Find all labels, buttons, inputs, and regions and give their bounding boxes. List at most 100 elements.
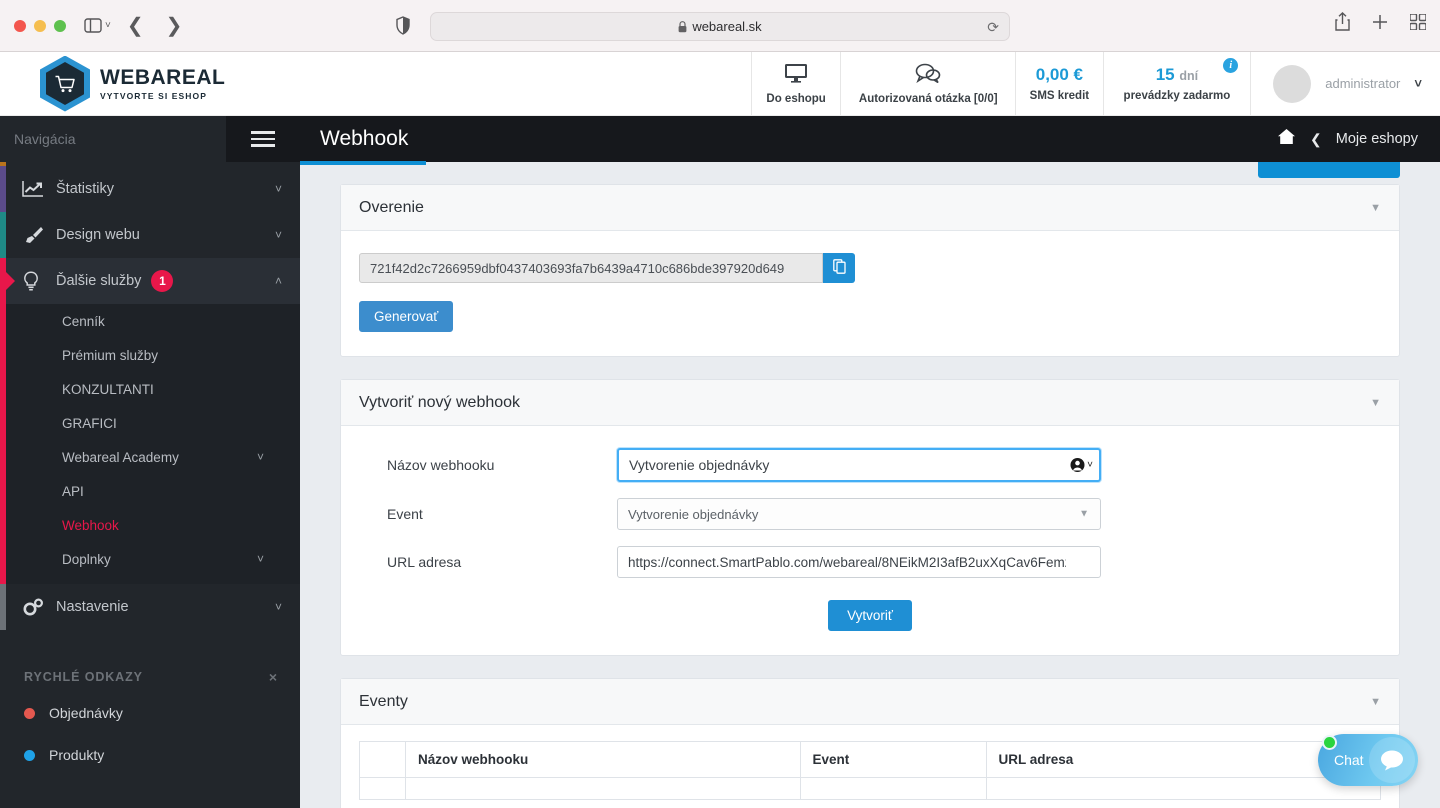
chevron-down-icon[interactable]: ˅ — [257, 552, 264, 566]
sidebar-item-nastavenie[interactable]: Nastavenie ˅ — [0, 584, 300, 630]
tab-overview-icon[interactable] — [1410, 13, 1426, 30]
verification-panel-header: Overenie ▼ — [341, 185, 1399, 231]
sidebar-item-dalsie-sluzby[interactable]: Ďalšie služby 1 ˄ — [0, 258, 300, 304]
address-bar[interactable]: webareal.sk ⟳ — [430, 12, 1010, 41]
sidebar-toggle-icon[interactable]: ˅ — [84, 18, 111, 33]
status-dot-icon — [24, 749, 35, 761]
events-panel-body: Názov webhooku Event URL adresa — [341, 725, 1399, 808]
chevron-down-icon[interactable]: ˅ — [257, 450, 264, 464]
quick-link-produkty[interactable]: Produkty — [0, 734, 300, 776]
sidebar-subitem-premium-sluzby[interactable]: Prémium služby — [0, 338, 300, 372]
sidebar-subitem-api[interactable]: API — [0, 474, 300, 508]
chevron-down-icon[interactable]: ˅ — [1414, 76, 1422, 91]
chevron-down-icon[interactable]: ▼ — [1079, 509, 1089, 520]
verification-panel: Overenie ▼ Generovať — [340, 184, 1400, 357]
share-icon[interactable] — [1335, 12, 1350, 31]
contact-autofill-icon[interactable]: ˅ — [1070, 458, 1093, 473]
sidebar-subitem-doplnky[interactable]: Doplnky ˅ — [0, 542, 300, 576]
chevron-down-icon[interactable]: ˅ — [275, 600, 282, 614]
table-cell — [985, 777, 1381, 800]
breadcrumb-moje-eshopy[interactable]: Moje eshopy — [1336, 131, 1418, 147]
sidebar-subitem-label: Webareal Academy — [62, 449, 179, 465]
info-icon[interactable]: i — [1223, 58, 1239, 73]
webhook-name-input[interactable] — [617, 448, 1101, 482]
logo-title: WEBAREAL — [100, 65, 226, 89]
sidebar-subitem-grafici[interactable]: GRAFICI — [0, 406, 300, 440]
sidebar-subitem-konzultanti[interactable]: KONZULTANTI — [0, 372, 300, 406]
sidebar-subitem-webhook[interactable]: Webhook — [0, 508, 300, 542]
generate-token-button[interactable]: Generovať — [359, 301, 454, 332]
column-header-select — [359, 741, 406, 778]
collapse-caret-icon[interactable]: ▼ — [1370, 696, 1381, 708]
quick-link-objednavky[interactable]: Objednávky — [0, 692, 300, 734]
sidebar-subitem-webareal-academy[interactable]: Webareal Academy ˅ — [0, 440, 300, 474]
trial-label: prevádzky zadarmo — [1123, 90, 1231, 102]
scroll-area: Overenie ▼ Generovať — [300, 162, 1440, 808]
table-row-empty — [359, 777, 1381, 800]
copy-icon — [832, 259, 846, 277]
main-content: Webhook ❮ Moje eshopy Overenie ▼ 721f42d… — [300, 116, 1440, 808]
sms-credit-value: 0,00 € — [1035, 65, 1083, 84]
header-autorizovana-otazka-button[interactable]: Autorizovaná otázka [0/0] — [840, 52, 1015, 115]
collapse-caret-icon[interactable]: ▼ — [1370, 397, 1381, 409]
hamburger-menu-icon[interactable] — [226, 116, 300, 162]
paintbrush-icon — [22, 225, 56, 245]
sidebar-item-statistiky[interactable]: Štatistiky ˅ — [0, 166, 300, 212]
event-select-value: Vytvorenie objednávky — [628, 506, 759, 522]
home-icon[interactable] — [1277, 128, 1296, 150]
header-do-eshopu-button[interactable]: Do eshopu — [750, 52, 840, 115]
event-select[interactable]: Vytvorenie objednávky — [617, 498, 1101, 530]
url-address-input[interactable] — [617, 546, 1101, 578]
brand-logo[interactable]: WEBAREAL VYTVORTE SI ESHOP — [0, 52, 751, 115]
user-name: administrator — [1325, 76, 1401, 91]
header-sms-credit[interactable]: 0,00 € SMS kredit — [1015, 52, 1102, 115]
top-action-button-partial[interactable] — [1258, 162, 1400, 178]
chart-line-icon — [22, 180, 56, 198]
close-icon[interactable]: × — [269, 669, 278, 685]
online-status-dot — [1322, 735, 1337, 750]
sidebar-subitem-label: Doplnky — [62, 551, 111, 567]
header-item-label: Autorizovaná otázka [0/0] — [858, 92, 998, 105]
sms-credit-label: SMS kredit — [1029, 90, 1090, 102]
window-traffic-lights[interactable] — [14, 19, 66, 32]
verification-token-input[interactable] — [359, 253, 823, 283]
collapse-caret-icon[interactable]: ▼ — [1370, 202, 1381, 214]
url-address-label: URL adresa — [387, 554, 462, 570]
table-cell — [359, 777, 406, 800]
verification-panel-body: Generovať — [341, 231, 1399, 356]
sidebar-item-design-webu[interactable]: Design webu ˅ — [0, 212, 300, 258]
sidebar-item-label: Nastavenie — [56, 599, 129, 615]
sidebar-subitem-cennik[interactable]: Cenník — [0, 304, 300, 338]
header-trial-days[interactable]: i 15 dní prevádzky zadarmo — [1102, 52, 1251, 115]
copy-token-button[interactable] — [823, 253, 855, 283]
sidebar-subitem-label: GRAFICI — [62, 415, 117, 431]
status-dot-icon — [24, 707, 35, 719]
page-title: Webhook — [320, 127, 409, 150]
events-panel: Eventy ▼ Názov webhooku Event URL adresa — [340, 678, 1400, 808]
new-tab-icon[interactable] — [1372, 14, 1388, 30]
chat-widget-button[interactable]: Chat — [1318, 734, 1418, 786]
shield-icon[interactable] — [396, 16, 410, 35]
chevron-down-icon[interactable]: ˅ — [275, 182, 282, 196]
back-arrow-icon[interactable]: ❮ — [127, 13, 144, 38]
user-menu[interactable]: administrator ˅ — [1250, 52, 1440, 115]
create-webhook-button[interactable]: Vytvoriť — [828, 600, 912, 631]
table-header-row: Názov webhooku Event URL adresa — [359, 741, 1381, 778]
close-window-button[interactable] — [14, 19, 26, 32]
quick-links-header: RYCHLÉ ODKAZY × — [0, 662, 300, 692]
sidebar-strip — [0, 584, 6, 630]
browser-toolbar: ˅ ❮ ❯ webareal.sk ⟳ — [0, 0, 1440, 52]
chevron-down-icon[interactable]: ˅ — [275, 228, 282, 242]
minimize-window-button[interactable] — [34, 19, 46, 32]
forward-arrow-icon[interactable]: ❯ — [166, 13, 183, 38]
column-header-name: Názov webhooku — [405, 741, 801, 778]
chevron-up-icon[interactable]: ˄ — [275, 274, 282, 288]
reload-icon[interactable]: ⟳ — [987, 19, 999, 36]
events-table-body — [359, 777, 1381, 800]
chevron-left-icon[interactable]: ❮ — [1310, 131, 1322, 148]
sidebar-subitem-label: Cenník — [62, 313, 105, 329]
maximize-window-button[interactable] — [54, 19, 66, 32]
create-webhook-panel: Vytvoriť nový webhook ▼ Názov webhooku ˅ — [340, 379, 1400, 656]
webhook-name-label: Názov webhooku — [387, 457, 495, 473]
sidebar-badge-count: 1 — [151, 270, 174, 292]
